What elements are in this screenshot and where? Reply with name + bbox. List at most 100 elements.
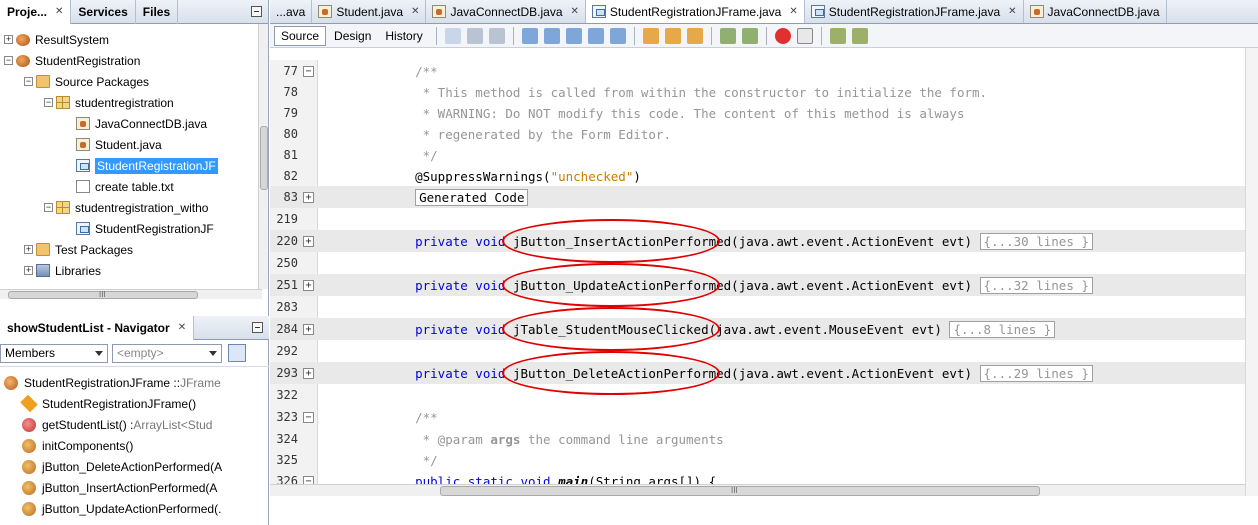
tree-node[interactable]: StudentRegistrationJF [0, 218, 262, 239]
navigator-member[interactable]: jButton_InsertActionPerformed(A [0, 477, 262, 498]
code-token: private void [385, 277, 513, 293]
collapse-icon[interactable]: − [4, 56, 13, 65]
projects-vscroll[interactable] [258, 24, 268, 289]
projects-hscroll[interactable]: III [0, 289, 262, 299]
close-icon[interactable]: ✕ [411, 6, 419, 17]
fold-expand-icon[interactable]: + [303, 235, 314, 247]
close-icon[interactable]: ✕ [789, 6, 797, 17]
tree-node[interactable]: StudentRegistrationJF [0, 155, 262, 176]
history-button[interactable]: History [379, 26, 428, 46]
navigator-member[interactable]: StudentRegistrationJFrame() [0, 393, 262, 414]
expand-icon[interactable]: + [24, 266, 33, 275]
code-line: 326− public static void main(String args… [270, 470, 1245, 484]
tree-node[interactable]: − StudentRegistration [0, 50, 262, 71]
back-icon[interactable] [466, 27, 483, 44]
comment-icon[interactable] [829, 27, 846, 44]
shift-left-icon[interactable] [719, 27, 736, 44]
code-token[interactable]: {...29 lines } [979, 364, 1093, 382]
fold-collapse-icon[interactable]: − [303, 411, 314, 423]
tab-projects[interactable]: Proje... ✕ [0, 0, 72, 24]
line-number: 77 [283, 64, 298, 78]
tree-node-label: Test Packages [55, 242, 134, 257]
tree-node[interactable]: − studentregistration_witho [0, 197, 262, 218]
code-token[interactable]: {...32 lines } [979, 276, 1093, 294]
design-button[interactable]: Design [328, 26, 377, 46]
next-bookmark-icon[interactable] [664, 27, 681, 44]
find-next-icon[interactable] [565, 27, 582, 44]
expand-icon[interactable]: + [4, 35, 13, 44]
line-number: 79 [283, 106, 298, 120]
editor-tab[interactable]: Student.java ✕ [312, 0, 427, 23]
collapse-icon[interactable]: − [24, 77, 33, 86]
filter-options-icon[interactable] [228, 344, 246, 362]
record-macro-icon[interactable] [774, 27, 791, 44]
editor-toolbar: Source Design History [270, 24, 1258, 48]
code-token[interactable]: {...8 lines } [949, 320, 1056, 338]
scroll-thumb[interactable] [260, 126, 268, 190]
navigator-member[interactable]: initComponents() [0, 435, 262, 456]
code-line: 78 * This method is called from within t… [270, 81, 1245, 103]
editor-tab[interactable]: StudentRegistrationJFrame.java ✕ [585, 0, 805, 23]
navigator-member[interactable]: StudentRegistrationJFrame :: JFrame [0, 372, 262, 393]
stop-macro-icon[interactable] [796, 27, 813, 44]
find-icon[interactable] [521, 27, 538, 44]
expand-icon[interactable]: + [24, 245, 33, 254]
shift-right-icon[interactable] [741, 27, 758, 44]
tree-node[interactable]: + ResultSystem [0, 29, 262, 50]
last-edit-icon[interactable] [444, 27, 461, 44]
uncomment-icon[interactable] [851, 27, 868, 44]
tree-node[interactable]: create table.txt [0, 176, 262, 197]
code-editor[interactable]: 77− /** 78 * This method is called from w… [270, 60, 1245, 484]
source-button[interactable]: Source [274, 25, 327, 46]
members-select[interactable]: Members [0, 343, 108, 363]
editor-tab[interactable]: JavaConnectDB.java ✕ [426, 0, 586, 23]
editor-vscroll[interactable] [1245, 48, 1258, 496]
fold-expand-icon[interactable]: + [303, 191, 314, 203]
tree-node[interactable]: + Test Packages [0, 239, 262, 260]
navigator-member[interactable]: jButton_DeleteActionPerformed(A [0, 456, 262, 477]
minimize-button[interactable] [251, 6, 262, 17]
editor-hscroll[interactable]: III [270, 484, 1245, 496]
close-icon[interactable]: ✕ [1008, 6, 1016, 17]
code-token: * @param [385, 431, 491, 447]
selection-icon[interactable] [609, 27, 626, 44]
tree-node[interactable]: JavaConnectDB.java [0, 113, 262, 134]
class-icon [4, 375, 18, 390]
editor-tab[interactable]: StudentRegistrationJFrame.java ✕ [805, 0, 1024, 23]
annotation-oval [502, 219, 720, 263]
close-icon[interactable]: ✕ [571, 6, 579, 17]
collapse-icon[interactable]: − [44, 98, 53, 107]
previous-bookmark-icon[interactable] [642, 27, 659, 44]
private-method-icon [22, 438, 36, 453]
tree-node[interactable]: − studentregistration [0, 92, 262, 113]
collapse-icon[interactable]: − [44, 203, 53, 212]
fold-collapse-icon[interactable]: − [303, 65, 314, 77]
fold-expand-icon[interactable]: + [303, 323, 314, 335]
editor-tab[interactable]: ...ava [270, 0, 313, 23]
editor-tab[interactable]: JavaConnectDB.java [1024, 0, 1167, 23]
tree-node[interactable]: + Libraries [0, 260, 262, 281]
tree-node[interactable]: − Source Packages [0, 71, 262, 92]
code-token: * regenerated by the Form Editor. [385, 126, 671, 142]
navigator-member[interactable]: getStudentList() : ArrayList<Stud [0, 414, 262, 435]
tab-files[interactable]: Files [136, 0, 179, 24]
fold-collapse-icon[interactable]: − [303, 475, 314, 484]
filter-select[interactable]: <empty> [112, 343, 222, 363]
close-icon[interactable]: ✕ [178, 322, 186, 333]
scroll-thumb[interactable]: III [8, 290, 198, 299]
tab-services[interactable]: Services [71, 0, 136, 24]
close-icon[interactable]: ✕ [55, 6, 63, 17]
highlight-icon[interactable] [587, 27, 604, 44]
find-previous-icon[interactable] [543, 27, 560, 44]
code-token[interactable]: {...30 lines } [979, 232, 1093, 250]
minimize-button[interactable] [252, 322, 263, 333]
tree-node[interactable]: Student.java [0, 134, 262, 155]
fold-expand-icon[interactable]: + [303, 279, 314, 291]
code-token[interactable]: Generated Code [415, 188, 529, 206]
forward-icon[interactable] [488, 27, 505, 44]
toggle-bookmark-icon[interactable] [686, 27, 703, 44]
fold-expand-icon[interactable]: + [303, 367, 314, 379]
scroll-thumb[interactable]: III [440, 486, 1040, 496]
navigator-member[interactable]: jButton_UpdateActionPerformed(. [0, 498, 262, 519]
tab-navigator[interactable]: showStudentList - Navigator ✕ [0, 315, 195, 340]
